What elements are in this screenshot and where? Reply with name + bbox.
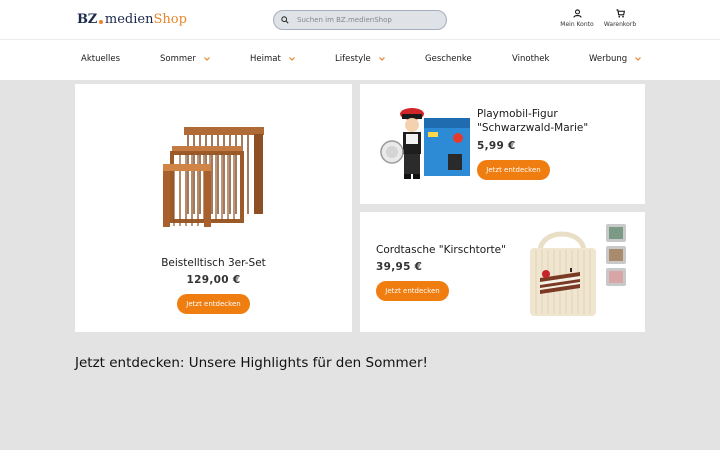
search-input[interactable] [297, 11, 442, 29]
product-price: 129,00 € [186, 274, 241, 286]
user-icon [572, 9, 582, 18]
product-card-beistelltisch[interactable]: Beistelltisch 3er-Set 129,00 € Jetzt ent… [75, 84, 352, 332]
product-title[interactable]: Playmobil-Figur "Schwarzwald-Marie" [477, 107, 637, 135]
section-headline: Jetzt entdecken: Unsere Highlights für d… [75, 355, 428, 371]
logo-text-medien: medien [104, 12, 154, 27]
logo-text-bz: BZ [77, 12, 97, 27]
discover-button[interactable]: Jetzt entdecken [376, 281, 449, 301]
nav-item-label: Vinothek [512, 54, 550, 64]
chevron-down-icon [635, 57, 642, 61]
product-title[interactable]: Cordtasche "Kirschtorte" [376, 243, 526, 257]
logo-dot [98, 19, 103, 24]
logo-text-shop: Shop [153, 12, 187, 27]
search-icon [281, 16, 289, 24]
nav-item-label: Aktuelles [81, 54, 121, 64]
discover-button[interactable]: Jetzt entdecken [177, 294, 250, 314]
product-card-playmobil[interactable]: Playmobil-Figur "Schwarzwald-Marie" 5,99… [360, 84, 645, 204]
discover-button[interactable]: Jetzt entdecken [477, 160, 550, 180]
nav-item-heimat[interactable]: Heimat [250, 54, 295, 64]
site-logo[interactable]: BZ medien Shop [77, 12, 187, 27]
search-bar [273, 10, 447, 30]
site-header: BZ medien Shop Mein Konto Warenkorb [0, 0, 720, 40]
cart-label: Warenkorb [603, 21, 637, 28]
side-table-set-image [163, 127, 264, 227]
nav-item-label: Werbung [589, 54, 628, 64]
chevron-down-icon [378, 57, 385, 61]
nav-item-sommer[interactable]: Sommer [160, 54, 210, 64]
product-card-cordtasche[interactable]: Cordtasche "Kirschtorte" 39,95 € Jetzt e… [360, 212, 645, 332]
account-label: Mein Konto [560, 21, 594, 28]
main-navigation: Aktuelles Sommer Heimat Lifestyle Gesche… [0, 40, 720, 80]
nav-item-werbung[interactable]: Werbung [589, 54, 642, 64]
product-price: 5,99 € [477, 140, 516, 152]
cart-button[interactable]: Warenkorb [601, 9, 639, 28]
product-title[interactable]: Beistelltisch 3er-Set [75, 256, 352, 270]
nav-item-aktuelles[interactable]: Aktuelles [81, 54, 120, 64]
cart-icon [615, 9, 625, 18]
product-price: 39,95 € [376, 261, 423, 273]
nav-item-label: Lifestyle [335, 54, 371, 64]
nav-item-label: Sommer [160, 54, 196, 64]
nav-item-vinothek[interactable]: Vinothek [512, 54, 549, 64]
product-title-line: "Schwarzwald-Marie" [477, 122, 589, 134]
account-button[interactable]: Mein Konto [558, 9, 596, 28]
nav-item-geschenke[interactable]: Geschenke [425, 54, 472, 64]
product-title-line: Playmobil-Figur [477, 108, 558, 120]
nav-item-lifestyle[interactable]: Lifestyle [335, 54, 385, 64]
chevron-down-icon [288, 57, 295, 61]
nav-item-label: Geschenke [425, 54, 472, 64]
cord-bag-image [530, 224, 626, 316]
chevron-down-icon [203, 57, 210, 61]
playmobil-figure-image [380, 108, 470, 179]
nav-item-label: Heimat [250, 54, 281, 64]
